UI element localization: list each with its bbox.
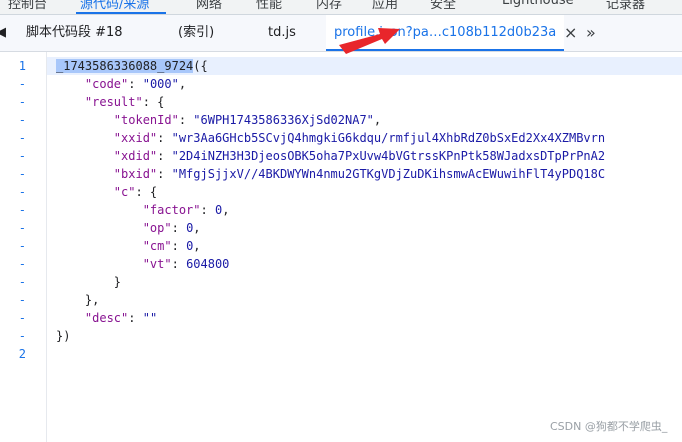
watermark: CSDN @狗都不学爬虫_ [550,420,668,433]
red-annotation-arrow [339,28,400,54]
arrow-shape [339,28,400,54]
